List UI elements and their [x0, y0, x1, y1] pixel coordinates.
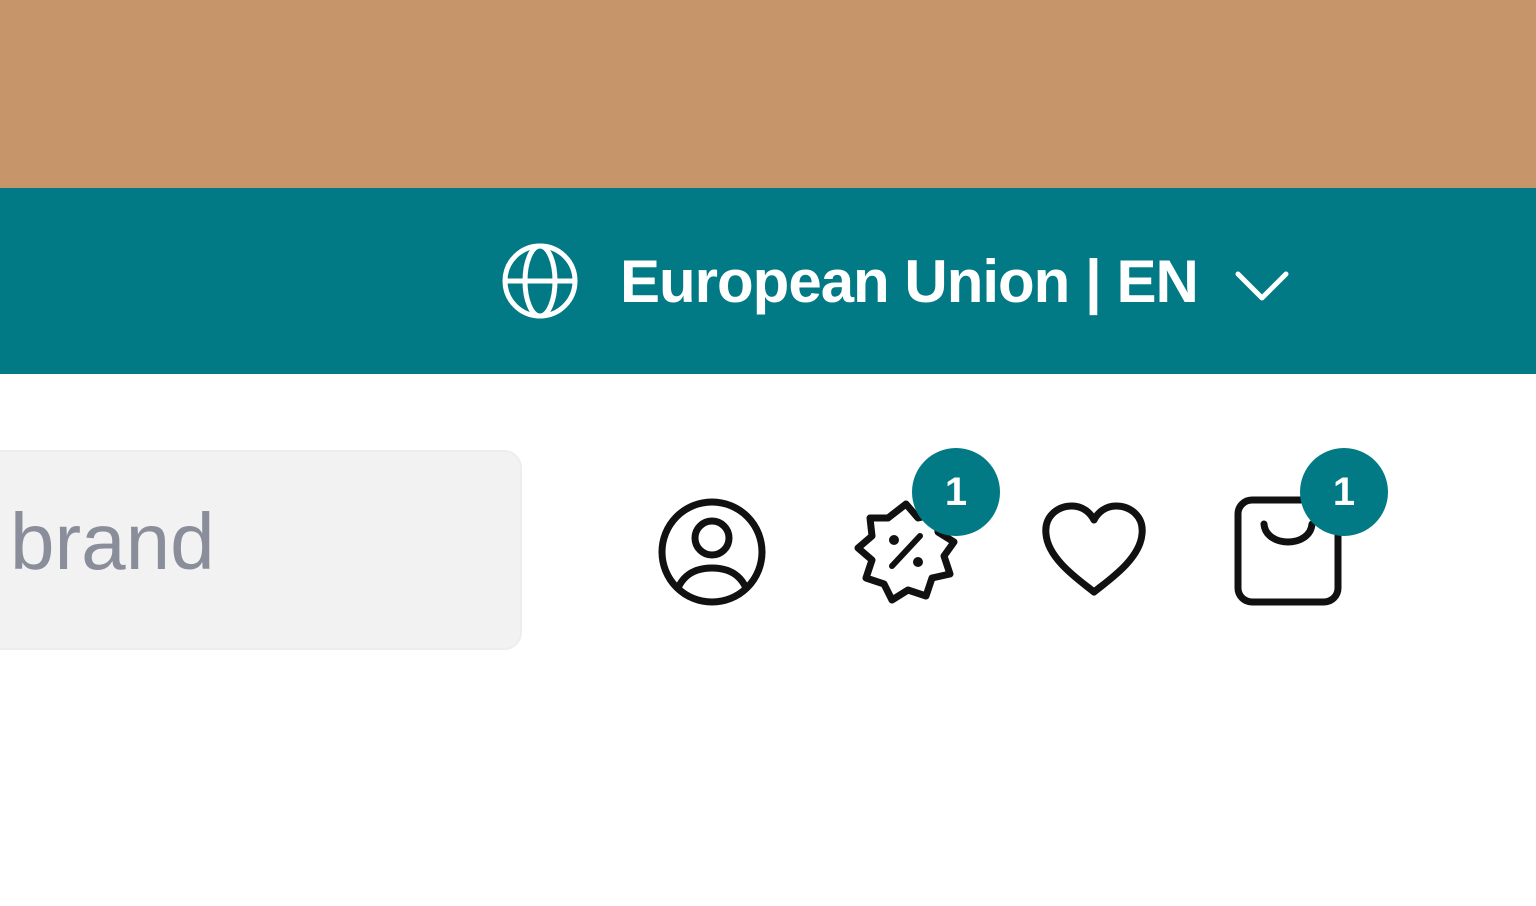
user-circle-icon	[658, 498, 766, 606]
globe-icon	[502, 243, 578, 319]
search-input-text: brand	[10, 497, 215, 586]
region-language-selector[interactable]: European Union | EN	[500, 236, 1292, 326]
account-button[interactable]	[654, 494, 770, 610]
chevron-down-icon	[1235, 271, 1289, 301]
promo-bar	[0, 0, 1536, 188]
heart-icon	[1042, 502, 1146, 596]
region-language-label: European Union | EN	[620, 247, 1199, 315]
deals-count-badge: 1	[912, 448, 1000, 536]
wishlist-button[interactable]	[1036, 494, 1152, 610]
cart-count-badge: 1	[1300, 448, 1388, 536]
search-input[interactable]: brand	[0, 450, 522, 650]
